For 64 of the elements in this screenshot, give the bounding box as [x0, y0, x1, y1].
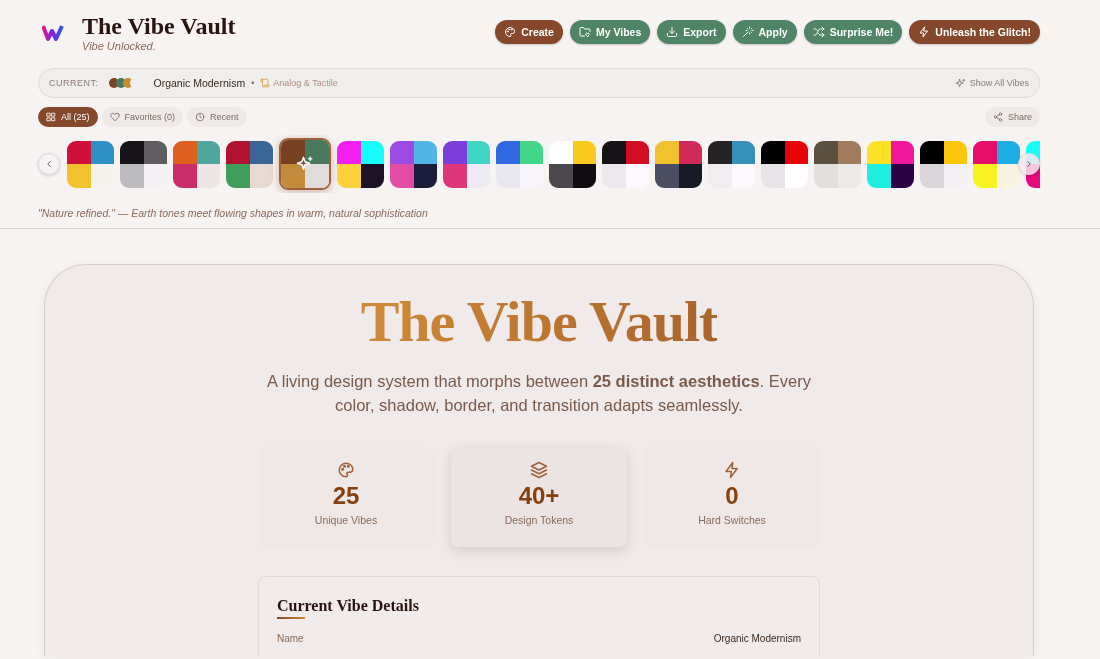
chevron-left-icon — [44, 159, 54, 169]
action-button[interactable]: Apply — [732, 20, 797, 44]
action-button[interactable]: Export — [657, 20, 726, 44]
stat-value: 25 — [332, 482, 360, 510]
share-button[interactable]: Share — [984, 107, 1040, 127]
current-vibe-name: Organic Modernism — [153, 77, 246, 89]
vibe-swatch[interactable] — [549, 140, 596, 188]
hero-subtitle: A living design system that morphs between 25 distinct aesthetics. Every color, shadow, border, and transition adapts seamlessly. — [266, 371, 812, 416]
folder-heart-icon — [578, 26, 591, 38]
chevron-right-icon — [1024, 159, 1034, 169]
vibe-swatch[interactable] — [120, 140, 167, 188]
action-button[interactable]: Surprise Me! — [803, 20, 903, 44]
palette-icon — [337, 461, 355, 479]
detail-label: Name — [277, 633, 304, 644]
sparkle-icon — [296, 155, 314, 173]
stat-label: Hard Switches — [698, 514, 766, 526]
vibe-swatch[interactable] — [443, 140, 490, 188]
separator-dot: • — [251, 78, 255, 88]
vibe-swatch[interactable] — [496, 140, 543, 188]
vibe-swatch[interactable] — [67, 140, 114, 188]
vibe-swatch[interactable] — [655, 140, 702, 188]
vibe-swatch[interactable] — [337, 140, 384, 188]
sparkle-icon — [954, 77, 966, 89]
lightning-icon — [918, 26, 931, 38]
vibe-swatch[interactable] — [920, 140, 967, 188]
action-button[interactable]: My Vibes — [569, 20, 651, 44]
vibe-swatch[interactable] — [973, 140, 1020, 188]
shuffle-icon — [812, 26, 825, 38]
palette-icon — [504, 26, 517, 38]
heart-icon — [109, 112, 120, 122]
action-button[interactable]: Unleash the Glitch! — [909, 20, 1040, 44]
vibe-swatch[interactable] — [390, 140, 437, 188]
show-all-vibes-button[interactable]: Show All Vibes — [954, 77, 1029, 89]
vibe-swatch[interactable] — [226, 140, 273, 188]
clock-icon — [195, 112, 206, 122]
vibe-swatch[interactable] — [867, 140, 914, 188]
details-title: Current Vibe Details — [277, 597, 419, 619]
vibe-swatch[interactable] — [761, 140, 808, 188]
app-tagline: Vibe Unlocked. — [82, 40, 157, 52]
vibe-swatch[interactable] — [602, 140, 649, 188]
vibe-quote: "Nature refined." — Earth tones meet flowing shapes in warm, natural sophistication — [38, 207, 429, 219]
layers-icon — [530, 461, 548, 479]
stat-value: 40+ — [518, 482, 560, 510]
stat-value: 0 — [725, 482, 739, 510]
magic-wand-icon — [741, 26, 754, 38]
vibe-swatch[interactable] — [279, 138, 331, 190]
share-icon — [992, 112, 1003, 122]
vibe-swatch[interactable] — [814, 140, 861, 188]
detail-value: Organic Modernism — [713, 633, 801, 644]
vibe-category: Analog & Tactile — [273, 78, 338, 88]
download-icon — [666, 26, 679, 38]
vibe-swatch[interactable] — [173, 140, 220, 188]
stat-label: Design Tokens — [504, 514, 574, 526]
vibe-swatch[interactable] — [708, 140, 755, 188]
scroll-icon — [260, 78, 271, 88]
app-title: The Vibe Vault — [82, 12, 236, 40]
filter-tab[interactable]: Recent — [187, 107, 247, 127]
filter-tab[interactable]: Favorites (0) — [101, 107, 184, 127]
lightning-icon — [723, 461, 741, 479]
current-label: CURRENT: — [49, 78, 99, 88]
filter-tab[interactable]: All (25) — [38, 107, 98, 127]
grid-icon — [46, 112, 56, 122]
stat-label: Unique Vibes — [314, 514, 378, 526]
action-button[interactable]: Create — [495, 20, 563, 44]
